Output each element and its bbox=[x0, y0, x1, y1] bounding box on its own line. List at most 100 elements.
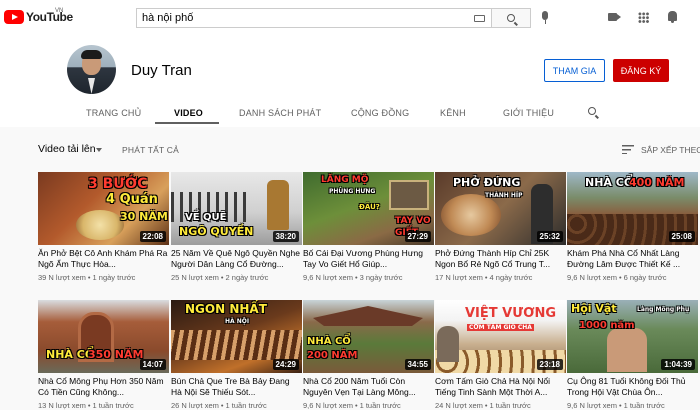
video-thumbnail[interactable]: NHÀ CỔ 350 NĂM 14:07 bbox=[38, 300, 169, 373]
video-views: 9,6 N lượt xem bbox=[567, 273, 617, 282]
video-age: 1 tuần trước bbox=[225, 401, 267, 410]
thumb-overlay-text: TAY VO bbox=[395, 216, 431, 226]
video-title[interactable]: Bún Chả Que Tre Bà Bảy Đang Hà Nội Sẽ Th… bbox=[171, 376, 302, 398]
video-thumbnail[interactable]: 3 BƯỚC 4 Quán 30 NĂM 22:08 bbox=[38, 172, 169, 245]
tab-community[interactable]: CỘNG ĐỒNG bbox=[351, 108, 409, 118]
meta-separator: • bbox=[484, 273, 488, 282]
video-thumbnail[interactable]: NHÀ CỔ 400 NĂM 25:08 bbox=[567, 172, 698, 245]
video-views: 26 N lượt xem bbox=[171, 401, 219, 410]
logo-text: YouTube bbox=[26, 10, 73, 24]
video-thumbnail[interactable]: PHỞ ĐỨNG THÀNH HÍP 25:32 bbox=[435, 172, 566, 245]
thumb-person bbox=[437, 326, 459, 362]
video-views: 25 N lượt xem bbox=[171, 273, 219, 282]
channel-search-icon[interactable] bbox=[588, 107, 596, 115]
video-card[interactable]: NHÀ CỔ 350 NĂM 14:07 Nhà Cổ Mông Phụ Hơn… bbox=[38, 300, 169, 410]
video-meta: 9,6 N lượt xem • 1 tuần trước bbox=[303, 401, 434, 410]
sort-button[interactable]: SẮP XẾP THEO bbox=[641, 145, 700, 155]
video-card[interactable]: NGON NHẤT HÀ NỘI 24:29 Bún Chả Que Tre B… bbox=[171, 300, 302, 410]
video-card[interactable]: Hội Vật 1000 năm Làng Mông Phụ 1:04:39 C… bbox=[567, 300, 698, 410]
bell-icon[interactable] bbox=[668, 11, 677, 23]
thumb-overlay-text: 30 NĂM bbox=[120, 210, 168, 223]
video-meta: 25 N lượt xem • 2 ngày trước bbox=[171, 273, 302, 282]
meta-separator: • bbox=[220, 401, 224, 410]
video-duration: 1:04:39 bbox=[661, 359, 695, 370]
thumb-overlay-text: LĂNG MỘ bbox=[321, 175, 369, 185]
video-title[interactable]: Khám Phá Nhà Cổ Nhất Làng Đường Lâm Được… bbox=[567, 248, 698, 270]
video-thumbnail[interactable]: VỀ QUÊ NGÔ QUYỀN 38:20 bbox=[171, 172, 302, 245]
active-tab-indicator bbox=[155, 122, 219, 124]
video-thumbnail[interactable]: VIỆT VƯƠNG CƠM TẤM GIÒ CHẢ 23:18 bbox=[435, 300, 566, 373]
video-views: 17 N lượt xem bbox=[435, 273, 483, 282]
search-button[interactable] bbox=[491, 8, 531, 28]
logo-country: VN bbox=[55, 8, 64, 14]
video-thumbnail[interactable]: LĂNG MỘ PHÙNG HƯNG ĐÂU? TAY VO GIẾT 27:2… bbox=[303, 172, 434, 245]
play-all-button[interactable]: PHÁT TẤT CẢ bbox=[122, 145, 179, 155]
search-input-value: hà nội phố bbox=[142, 12, 194, 24]
video-duration: 34:55 bbox=[404, 359, 431, 370]
video-title[interactable]: Nhà Cổ Mông Phụ Hơn 350 Năm Có Tiền Cũng… bbox=[38, 376, 169, 398]
thumb-overlay-text: THÀNH HÍP bbox=[485, 192, 523, 199]
video-title[interactable]: 25 Năm Về Quê Ngô Quyền Nghe Người Dân L… bbox=[171, 248, 302, 270]
video-thumbnail[interactable]: Hội Vật 1000 năm Làng Mông Phụ 1:04:39 bbox=[567, 300, 698, 373]
video-age: 1 tuần trước bbox=[623, 401, 665, 410]
subscribe-button[interactable]: ĐĂNG KÝ bbox=[613, 59, 669, 82]
video-title[interactable]: Phở Đứng Thành Híp Chỉ 25K Ngon Bổ Rẻ Ng… bbox=[435, 248, 566, 270]
video-card[interactable]: NHÀ CỔ 200 NĂM 34:55 Nhà Cổ 200 Năm Tuổi… bbox=[303, 300, 434, 410]
youtube-logo[interactable]: YouTube VN bbox=[4, 8, 73, 24]
tab-about[interactable]: GIỚI THIỆU bbox=[503, 108, 554, 118]
tab-channels[interactable]: KÊNH bbox=[440, 108, 466, 118]
video-thumbnail[interactable]: NGON NHẤT HÀ NỘI 24:29 bbox=[171, 300, 302, 373]
video-age: 1 ngày trước bbox=[92, 273, 136, 282]
video-duration: 38:20 bbox=[272, 231, 299, 242]
dropdown-caret-icon[interactable] bbox=[96, 148, 102, 152]
search-icon bbox=[507, 14, 515, 22]
search-input[interactable]: hà nội phố bbox=[136, 8, 491, 28]
tab-videos[interactable]: VIDEO bbox=[174, 108, 203, 118]
video-title[interactable]: Cụ Ông 81 Tuổi Không Đối Thủ Trong Hội V… bbox=[567, 376, 698, 398]
video-age: 6 ngày trước bbox=[623, 273, 667, 282]
sort-icon[interactable] bbox=[622, 145, 634, 154]
keyboard-icon[interactable] bbox=[474, 15, 485, 22]
video-title[interactable]: Bố Cái Đại Vương Phùng Hưng Tay Vo Giết … bbox=[303, 248, 434, 270]
mic-icon[interactable] bbox=[542, 11, 548, 24]
video-card[interactable]: 3 BƯỚC 4 Quán 30 NĂM 22:08 Ăn Phở Bệt Cô… bbox=[38, 172, 169, 282]
thumb-overlay-text: 400 NĂM bbox=[629, 176, 685, 189]
channel-avatar[interactable] bbox=[67, 45, 116, 94]
video-meta: 9,6 N lượt xem • 3 ngày trước bbox=[303, 273, 434, 282]
tab-playlists[interactable]: DANH SÁCH PHÁT bbox=[239, 108, 321, 118]
video-card[interactable]: PHỞ ĐỨNG THÀNH HÍP 25:32 Phở Đứng Thành … bbox=[435, 172, 566, 282]
tab-home[interactable]: TRANG CHỦ bbox=[86, 108, 141, 118]
video-card[interactable]: VIỆT VƯƠNG CƠM TẤM GIÒ CHẢ 23:18 Cơm Tấm… bbox=[435, 300, 566, 410]
thumb-overlay-text: HÀ NỘI bbox=[225, 318, 250, 325]
thumb-overlay-text: NHÀ CỔ bbox=[585, 176, 634, 189]
create-video-icon[interactable] bbox=[608, 13, 621, 21]
meta-separator: • bbox=[618, 401, 622, 410]
thumb-skewers bbox=[171, 330, 302, 360]
video-card[interactable]: LĂNG MỘ PHÙNG HƯNG ĐÂU? TAY VO GIẾT 27:2… bbox=[303, 172, 434, 282]
meta-separator: • bbox=[87, 401, 91, 410]
video-duration: 24:29 bbox=[272, 359, 299, 370]
filter-row: Video tải lên PHÁT TẤT CẢ SẮP XẾP THEO bbox=[0, 140, 700, 160]
meta-separator: • bbox=[87, 273, 91, 282]
uploads-dropdown[interactable]: Video tải lên bbox=[38, 143, 96, 155]
thumb-overlay-text: PHỞ ĐỨNG bbox=[453, 176, 521, 189]
join-button[interactable]: THAM GIA bbox=[544, 59, 605, 82]
video-views: 39 N lượt xem bbox=[38, 273, 86, 282]
video-card[interactable]: VỀ QUÊ NGÔ QUYỀN 38:20 25 Năm Về Quê Ngô… bbox=[171, 172, 302, 282]
channel-name: Duy Tran bbox=[131, 62, 192, 79]
video-title[interactable]: Cơm Tấm Giò Chả Hà Nội Nổi Tiếng Tinh Sà… bbox=[435, 376, 566, 398]
meta-separator: • bbox=[618, 273, 622, 282]
video-title[interactable]: Ăn Phở Bệt Cô Anh Khám Phá Ra Ngõ Ẩm Thự… bbox=[38, 248, 169, 270]
thumb-overlay-text: Hội Vật bbox=[571, 302, 617, 315]
thumb-overlay-text: VỀ QUÊ bbox=[185, 212, 227, 223]
video-title[interactable]: Nhà Cổ 200 Năm Tuổi Còn Nguyên Vẹn Tại L… bbox=[303, 376, 434, 398]
video-card[interactable]: NHÀ CỔ 400 NĂM 25:08 Khám Phá Nhà Cổ Nhấ… bbox=[567, 172, 698, 282]
youtube-logo-icon bbox=[4, 10, 24, 24]
apps-icon[interactable] bbox=[638, 12, 649, 23]
video-meta: 13 N lượt xem • 1 tuần trước bbox=[38, 401, 169, 410]
video-meta: 9,6 N lượt xem • 1 tuần trước bbox=[567, 401, 698, 410]
thumb-overlay-text: NHÀ CỔ bbox=[307, 336, 351, 347]
video-thumbnail[interactable]: NHÀ CỔ 200 NĂM 34:55 bbox=[303, 300, 434, 373]
video-views: 13 N lượt xem bbox=[38, 401, 86, 410]
thumb-overlay-text: PHÙNG HƯNG bbox=[329, 188, 376, 195]
